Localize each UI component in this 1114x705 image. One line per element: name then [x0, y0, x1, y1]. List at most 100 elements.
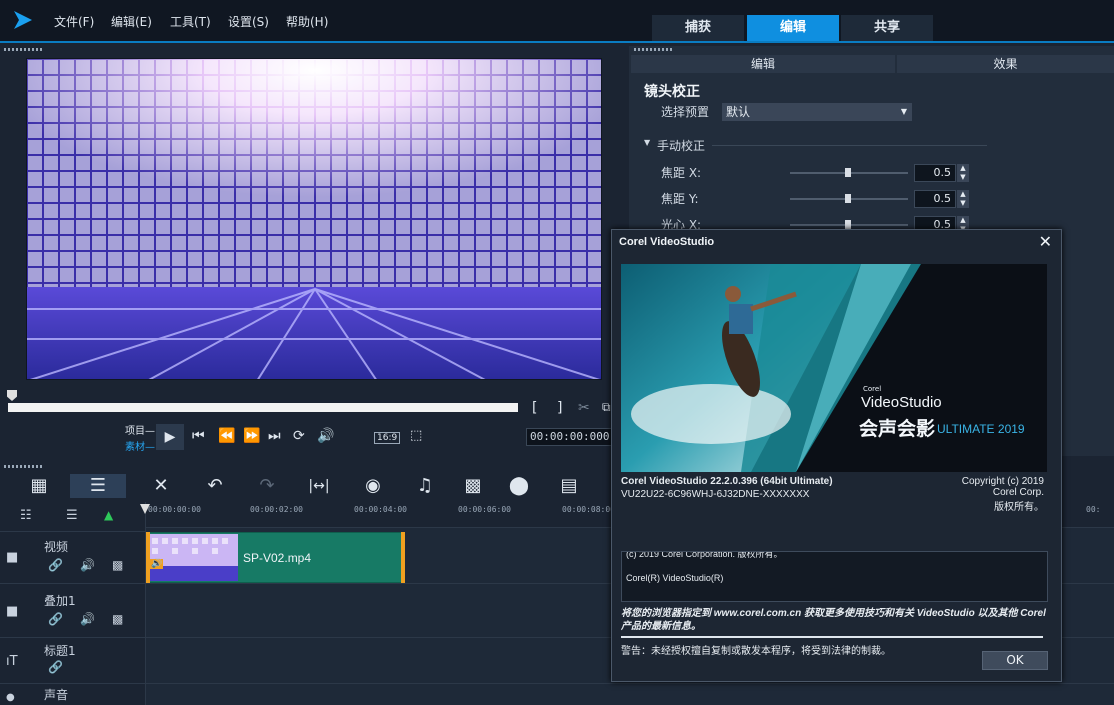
clip-trim-end-handle[interactable]	[401, 532, 405, 583]
notice-divider	[621, 636, 1043, 638]
mark-out-icon[interactable]: ]	[557, 400, 562, 416]
close-icon[interactable]: ✕	[1039, 232, 1052, 251]
play-button[interactable]: ▶	[156, 424, 184, 450]
focal-x-spinner[interactable]: ▲ ▼	[957, 164, 969, 182]
checker-icon[interactable]: ▩	[112, 558, 123, 572]
project-mode-label[interactable]: 项目—	[125, 422, 155, 437]
focal-y-spinner[interactable]: ▲ ▼	[957, 190, 969, 208]
scrubber-bar[interactable]	[8, 403, 518, 412]
title-track-label: 标题1	[44, 644, 76, 658]
redo-icon[interactable]: ↷	[252, 474, 282, 498]
brand-name: VideoStudio	[861, 394, 942, 411]
videostudio-logo-icon	[14, 11, 32, 29]
video-preview	[26, 58, 602, 380]
clip-thumbnail	[148, 534, 238, 581]
menu-bar: 文件(F) 编辑(E) 工具(T) 设置(S) 帮助(H) 捕获 编辑 共享	[0, 0, 1114, 42]
go-to-end-icon[interactable]: ⏭	[268, 428, 281, 444]
timeline-grip[interactable]	[4, 465, 44, 468]
clip-trim-start-handle[interactable]	[146, 532, 150, 583]
focal-y-label: 焦距 Y:	[661, 192, 699, 206]
audio-track-label: 声音	[44, 688, 69, 702]
track-tools-header: ☷ ☰ ▲	[0, 502, 145, 532]
focal-x-knob[interactable]	[845, 168, 851, 177]
go-to-start-icon[interactable]: ⏮	[192, 428, 205, 444]
video-clip[interactable]: 🔊 SP-V02.mp4	[146, 532, 405, 583]
mute-icon[interactable]: 🔊	[80, 558, 95, 572]
mark-in-icon[interactable]: [	[532, 400, 537, 416]
options-grip[interactable]	[634, 48, 674, 51]
storyboard-view-icon[interactable]: ▦	[24, 474, 54, 498]
preview-grip[interactable]	[4, 48, 44, 51]
overlay-mute-icon[interactable]: 🔊	[80, 612, 95, 626]
tab-capture[interactable]: 捕获	[652, 15, 744, 41]
focal-y-input[interactable]: 0.5	[914, 190, 956, 208]
audio-track-icon: ●	[6, 692, 15, 703]
fit-project-icon[interactable]: |↔|	[304, 474, 334, 498]
center-x-knob[interactable]	[845, 220, 851, 229]
timeline-view-icon[interactable]: ☰	[70, 474, 126, 498]
collapse-triangle-icon[interactable]: ▼	[644, 138, 650, 147]
record-capture-icon[interactable]: ◉	[358, 474, 388, 498]
tab-share[interactable]: 共享	[841, 15, 933, 41]
link-icon[interactable]: 🔗	[48, 558, 63, 572]
tools-icon[interactable]: ✕	[146, 474, 176, 498]
manual-correction-label: 手动校正	[657, 139, 706, 153]
preset-value: 默认	[726, 105, 751, 119]
tab-effect-options[interactable]: 效果	[897, 55, 1114, 73]
ok-button[interactable]: OK	[982, 651, 1048, 670]
menu-tools[interactable]: 工具(T)	[170, 13, 211, 30]
menu-help[interactable]: 帮助(H)	[286, 13, 328, 30]
auto-music-icon[interactable]: ▩	[458, 474, 488, 498]
overlay-track-header: ■ 叠加1 🔗 🔊 ▩	[0, 584, 145, 638]
tab-edit-options[interactable]: 编辑	[631, 55, 895, 73]
menu-settings[interactable]: 设置(S)	[228, 13, 269, 30]
focal-x-input[interactable]: 0.5	[914, 164, 956, 182]
split-icon[interactable]: ⧉	[602, 400, 611, 415]
resize-crop-icon[interactable]: ⬚	[410, 428, 422, 443]
undo-icon[interactable]: ↶	[200, 474, 230, 498]
aspect-ratio-button[interactable]: 16:9	[374, 432, 401, 444]
license-line-1: (c) 2019 Corel Corporation. 版权所有。	[626, 551, 783, 559]
edition-label: ULTIMATE 2019	[937, 422, 1025, 436]
motion-tracking-icon[interactable]: ⬤	[504, 474, 534, 498]
serial-number: VU22U22-6C96WHJ-6J32DNE-XXXXXXX	[621, 489, 810, 500]
surfer-artwork	[621, 264, 1047, 472]
menu-file[interactable]: 文件(F)	[54, 13, 94, 30]
cut-clip-icon[interactable]: ✂	[578, 400, 590, 416]
chevron-down-icon: ▼	[900, 107, 907, 116]
audio-track-header: ● 声音	[0, 684, 145, 705]
title-link-icon[interactable]: 🔗	[48, 660, 63, 674]
audio-track-lane[interactable]	[146, 684, 1114, 705]
repeat-icon[interactable]: ⟳	[293, 428, 305, 444]
web-notice: 将您的浏览器指定到 www.corel.com.cn 获取更多使用技巧和有关 V…	[621, 608, 1046, 632]
focal-x-label: 焦距 X:	[661, 166, 702, 180]
track-manager-icon[interactable]: ☷	[20, 508, 32, 523]
ripple-edit-icon[interactable]: ▲	[104, 508, 113, 522]
brand-small: Corel	[863, 385, 882, 393]
copyright-line-2: Corel Corp.	[992, 487, 1044, 498]
license-text-box[interactable]: (c) 2019 Corel Corporation. 版权所有。 Corel(…	[621, 551, 1048, 602]
subtitle-editor-icon[interactable]: ▤	[554, 474, 584, 498]
clip-audio-icon: 🔊	[150, 559, 164, 569]
video-track-label: 视频	[44, 540, 69, 554]
videostudio-window: 文件(F) 编辑(E) 工具(T) 设置(S) 帮助(H) 捕获 编辑 共享 […	[0, 0, 1114, 705]
ruler-tick: 00:00:08:00	[562, 505, 615, 514]
next-frame-icon[interactable]: ⏩	[243, 428, 260, 444]
menu-edit[interactable]: 编辑(E)	[111, 13, 152, 30]
add-track-icon[interactable]: ☰	[66, 508, 78, 523]
ruler-tick: 00:00:04:00	[354, 505, 407, 514]
license-line-2: Corel(R) VideoStudio(R)	[626, 573, 724, 583]
focal-y-knob[interactable]	[845, 194, 851, 203]
volume-icon[interactable]: 🔊	[317, 428, 334, 444]
clip-mode-label[interactable]: 素材—	[125, 438, 155, 453]
overlay-link-icon[interactable]: 🔗	[48, 612, 63, 626]
ruler-tick: 00:00:00:00	[148, 505, 201, 514]
tab-edit[interactable]: 编辑	[747, 15, 839, 41]
previous-frame-icon[interactable]: ⏪	[218, 428, 235, 444]
timecode-display[interactable]: 00:00:00:000	[526, 428, 618, 446]
preset-select[interactable]: 默认 ▼	[722, 103, 912, 121]
preset-label: 选择预置	[661, 105, 710, 119]
video-track-icon: ■	[6, 550, 19, 565]
overlay-checker-icon[interactable]: ▩	[112, 612, 123, 626]
sound-mixer-icon[interactable]: ♫	[410, 474, 440, 498]
